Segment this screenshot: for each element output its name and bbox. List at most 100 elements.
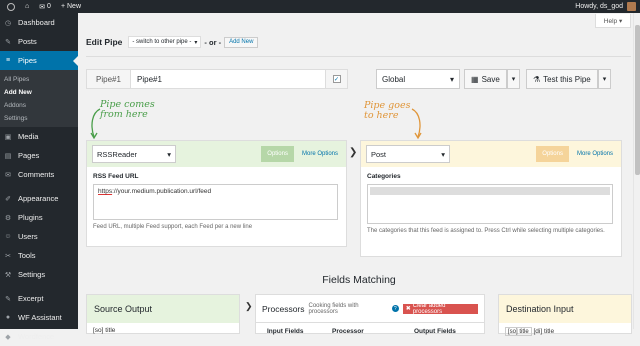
help-icon[interactable]: ? [391, 305, 399, 312]
edit-pipe-row: Edit Pipe - switch to other pipe - ▾ - o… [86, 36, 259, 48]
save-button[interactable]: ▦ Save [464, 69, 507, 89]
submenu-item[interactable]: Addons [0, 99, 78, 112]
sidebar-item-tools[interactable]: ✂ Tools [0, 246, 78, 265]
avatar[interactable] [627, 2, 636, 11]
sidebar-item-label: Comments [18, 170, 55, 179]
sidebar-item-posts[interactable]: ✎ Posts [0, 32, 78, 51]
pipes-submenu: All Pipes Add New Addons Settings [0, 70, 78, 127]
source-options-button[interactable]: Options [261, 146, 294, 162]
pipes-icon: ≡ [5, 57, 11, 64]
scope-select-value: Global [382, 74, 406, 84]
scrollbar-thumb[interactable] [635, 25, 640, 175]
pipe-name-group: Pipe#1 Pipe#1 ✓ [86, 69, 348, 89]
category-option[interactable] [370, 187, 610, 195]
sidebar-item-label: Plugins [18, 213, 43, 222]
sidebar-item-label: Appearance [18, 194, 59, 203]
col-input-fields: Input Fields [267, 328, 304, 335]
pipe-active-toggle[interactable]: ✓ [325, 70, 347, 88]
sidebar-item-users[interactable]: ☺ Users [0, 227, 78, 246]
users-icon: ☺ [4, 233, 12, 240]
categories-multiselect[interactable] [367, 184, 613, 224]
sidebar-item-label: WF Assistant [18, 313, 62, 322]
submenu-item[interactable]: All Pipes [0, 73, 78, 86]
source-output-header: Source Output [87, 295, 239, 323]
chevron-down-icon: ▾ [441, 149, 445, 159]
annotation-arrow-right [411, 108, 422, 140]
test-pipe-button[interactable]: ⚗ Test this Pipe [526, 69, 598, 89]
wordpress-logo-icon[interactable] [0, 0, 20, 13]
destination-options-button[interactable]: Options [536, 146, 569, 162]
destination-panel: Post ▾ Options More Options Categories T… [360, 140, 622, 257]
categories-label: Categories [367, 173, 401, 180]
destination-type-value: Post [371, 149, 387, 159]
feed-url-textarea[interactable]: https://your.medium.publication.url/feed [93, 184, 338, 220]
flow-arrow-icon: ❯ [349, 147, 358, 158]
howdy-text[interactable]: Howdy, ds_god [575, 3, 623, 10]
submenu-item[interactable]: Settings [0, 112, 78, 125]
comments-count: 0 [47, 3, 51, 10]
sidebar-item-label: Pages [18, 151, 40, 160]
source-type-select[interactable]: RSSReader ▾ [92, 145, 176, 163]
sidebar-item-appearance[interactable]: ✐ Appearance [0, 189, 78, 208]
trash-icon: ✖ [405, 306, 411, 312]
media-icon: ▣ [4, 133, 12, 141]
sidebar-item-label: Users [18, 232, 38, 241]
test-dropdown-button[interactable]: ▾ [597, 69, 612, 89]
destination-type-select[interactable]: Post ▾ [366, 145, 450, 163]
or-text: - or - [204, 37, 222, 47]
pipe-name-label: Pipe#1 [87, 70, 131, 88]
categories-help: The categories that this feed is assigne… [367, 228, 605, 234]
test-button-group: ⚗ Test this Pipe ▾ [526, 69, 612, 89]
new-label: New [67, 3, 82, 10]
help-tab[interactable]: Help ▾ [595, 14, 631, 28]
sidebar-item-settings[interactable]: ⚒ Settings [0, 265, 78, 284]
chevron-down-icon: ▾ [167, 149, 171, 159]
sidebar-item-pipes[interactable]: ≡ Pipes [0, 51, 78, 70]
sidebar-item-wf-assistant[interactable]: ● WF Assistant [0, 308, 78, 327]
destination-mapping-select[interactable]: [so] title [505, 327, 532, 336]
sidebar-item-pages[interactable]: ▤ Pages [0, 146, 78, 165]
save-dropdown-button[interactable]: ▾ [506, 69, 521, 89]
shield-icon: ◆ [5, 333, 11, 341]
annotation-source: Pipe comes from here [100, 100, 155, 120]
comments-link[interactable]: ✉ 0 [34, 0, 56, 13]
sidebar-item-media[interactable]: ▣ Media [0, 127, 78, 146]
clear-processors-button[interactable]: ✖ Clear added processors [402, 302, 478, 315]
sidebar-item-comments[interactable]: ✉ Comments [0, 165, 78, 184]
processors-panel: Processors Cooking fields with processor… [255, 294, 485, 335]
check-icon: ✓ [332, 75, 341, 83]
save-icon: ▦ [471, 74, 479, 84]
sidebar-item-plugins[interactable]: ⚙ Plugins [0, 208, 78, 227]
main-content: Help ▾ Edit Pipe - switch to other pipe … [78, 13, 640, 336]
sidebar-item-dashboard[interactable]: ◷ Dashboard [0, 13, 78, 32]
new-content-link[interactable]: + New [56, 0, 86, 13]
pipe-name-input[interactable]: Pipe#1 [131, 75, 325, 84]
submenu-item[interactable]: Add New [0, 86, 78, 99]
source-output-field[interactable]: [so] title [87, 323, 239, 338]
destination-input-header: Destination Input [499, 295, 631, 323]
switch-pipe-select[interactable]: - switch to other pipe - ▾ [128, 36, 202, 48]
site-home-icon[interactable]: ⌂ [20, 0, 34, 13]
scope-select[interactable]: Global ▾ [376, 69, 460, 89]
col-processor: Processor [332, 328, 364, 335]
clear-processors-label: Clear added processors [412, 302, 446, 315]
switch-pipe-value: - switch to other pipe - [132, 39, 192, 45]
sidebar-item-excerpt[interactable]: ✎ Excerpt [0, 289, 78, 308]
pages-icon: ▤ [4, 152, 12, 160]
destination-more-options-link[interactable]: More Options [574, 151, 616, 157]
excerpt-icon: ✎ [5, 295, 11, 303]
add-new-button[interactable]: Add New [224, 36, 259, 48]
chevron-down-icon: ▾ [449, 74, 454, 84]
source-output-panel: Source Output [so] title [86, 294, 240, 334]
brush-icon: ✐ [5, 195, 11, 203]
feed-url-rest: ://your.medium.publication.url/feed [112, 188, 212, 195]
destination-input-panel: Destination Input [so] title [di] title [498, 294, 632, 336]
processors-table-header: Input Fields Processor Output Fields [256, 323, 484, 335]
flask-icon: ⚗ [533, 74, 541, 84]
test-pipe-label: Test this Pipe [543, 74, 591, 84]
page-scrollbar[interactable] [633, 13, 640, 329]
source-more-options-link[interactable]: More Options [299, 151, 341, 157]
sidebar-item-wordfence[interactable]: ◆ Wordfence [0, 327, 78, 346]
processors-subtitle: Cooking fields with processors [308, 302, 359, 315]
sidebar-item-label: Posts [18, 37, 37, 46]
